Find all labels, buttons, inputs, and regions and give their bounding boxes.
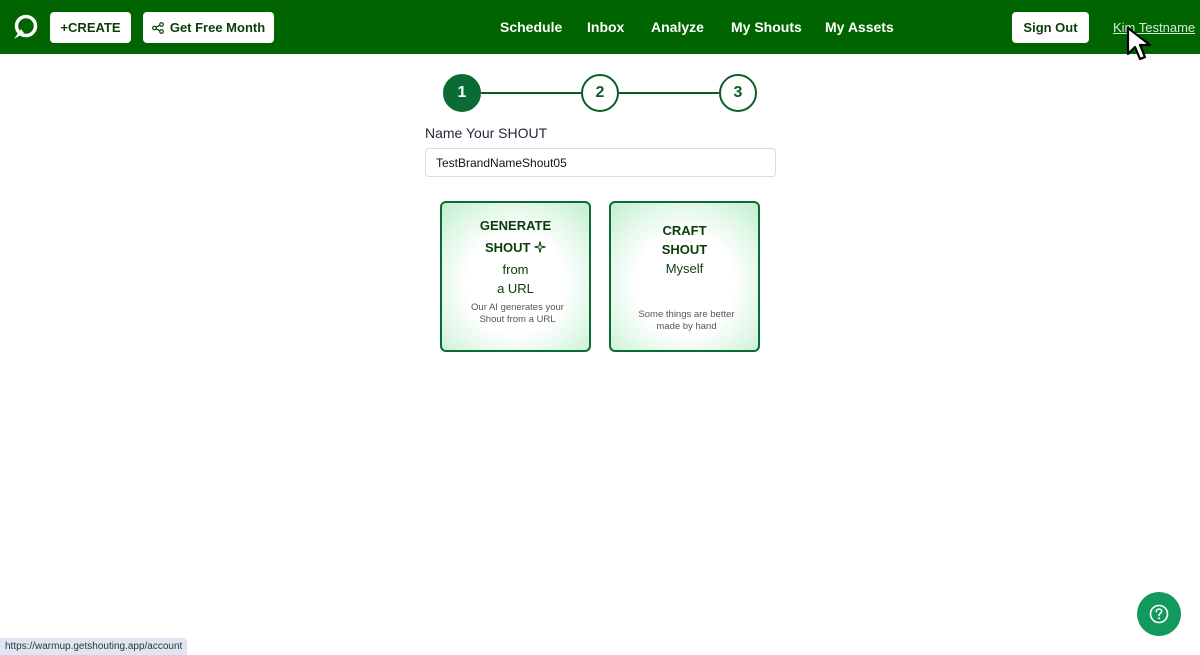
shout-name-input[interactable] [425,148,776,177]
card-craft-line3: Myself [665,261,704,276]
sign-out-label: Sign Out [1023,20,1078,35]
card-craft-description: Some things are better made by hand [638,309,735,332]
sparkle-icon [534,241,546,253]
nav-my-shouts[interactable]: My Shouts [731,19,802,35]
shout-name-label: Name Your SHOUT [425,125,548,141]
generate-from-url-card[interactable]: GENERATE SHOUT from a URL Our AI generat… [440,201,591,352]
card-ai-line3: from [502,262,529,277]
step-indicator: 1 2 3 [443,74,757,112]
card-ai-description: Our AI generates your Shout from a URL [471,302,564,325]
help-icon [1149,604,1169,624]
create-button[interactable]: +CREATE [50,12,131,43]
nav-my-assets[interactable]: My Assets [825,19,894,35]
card-craft-line2: SHOUT [661,242,708,257]
sign-out-button[interactable]: Sign Out [1012,12,1089,43]
get-free-month-button[interactable]: Get Free Month [143,12,274,43]
nav-schedule[interactable]: Schedule [500,19,562,35]
create-button-label: +CREATE [60,20,121,35]
share-icon [151,21,164,34]
step-1: 1 [443,74,481,112]
craft-myself-card[interactable]: CRAFT SHOUT Myself Some things are bette… [609,201,760,352]
status-bar-url: https://warmup.getshouting.app/account [0,638,188,655]
step-2: 2 [581,74,619,112]
card-ai-line1: GENERATE [479,218,552,233]
step-connector [619,92,719,94]
step-connector [481,92,581,94]
card-ai-line4: a URL [497,281,534,296]
card-ai-line2: SHOUT [484,240,531,255]
nav-inbox[interactable]: Inbox [587,19,624,35]
card-ai-line2-wrap: SHOUT [442,240,589,255]
get-free-month-label: Get Free Month [169,20,266,35]
help-button[interactable] [1137,592,1181,636]
mouse-cursor-icon [1126,26,1152,61]
step-3: 3 [719,74,757,112]
top-navigation-bar: +CREATE Get Free Month Schedule Inbox An… [0,0,1200,54]
card-craft-line1: CRAFT [662,223,707,238]
app-logo-icon[interactable] [12,14,38,40]
nav-analyze[interactable]: Analyze [651,19,704,35]
